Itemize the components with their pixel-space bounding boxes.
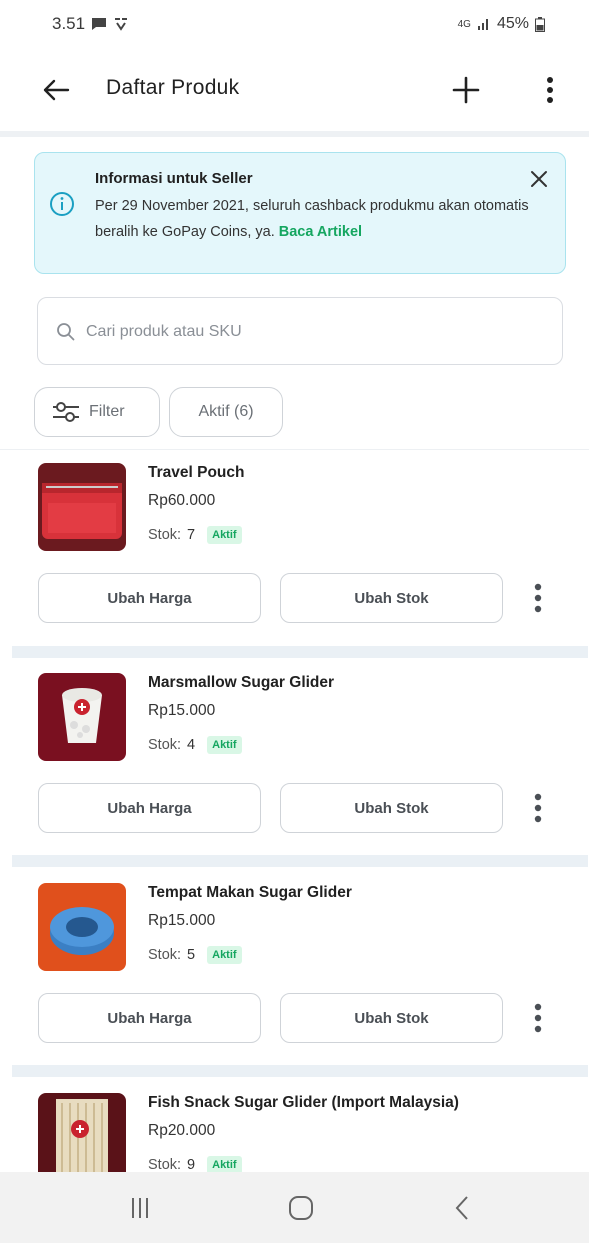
battery-level: 45%	[496, 15, 529, 32]
edit-price-button[interactable]: Ubah Harga	[38, 573, 261, 623]
home-icon	[289, 1196, 313, 1220]
edit-stock-button[interactable]: Ubah Stok	[280, 993, 503, 1043]
more-vertical-icon	[534, 583, 542, 613]
more-options-button[interactable]	[530, 70, 570, 110]
more-vertical-icon	[534, 1003, 542, 1033]
product-more-button[interactable]	[524, 578, 552, 618]
seller-info-banner: Informasi untuk Seller Per 29 November 2…	[34, 152, 566, 274]
product-price: Rp20.000	[148, 1122, 216, 1139]
stock-value: 5	[187, 947, 196, 963]
more-vertical-icon	[547, 77, 553, 103]
product-name[interactable]: Fish Snack Sugar Glider (Import Malaysia…	[148, 1094, 459, 1112]
notification-icon	[113, 17, 129, 31]
stock-value: 9	[187, 1157, 196, 1172]
status-bar: 3.51 4G 45%	[0, 0, 589, 48]
filter-chip-label: Filter	[89, 403, 125, 420]
status-badge: Aktif	[207, 1156, 242, 1172]
stock-label: Stok:	[148, 947, 182, 963]
read-article-link[interactable]: Baca Artikel	[279, 224, 362, 240]
search-box[interactable]	[37, 297, 563, 365]
product-image-food-bowl[interactable]	[38, 883, 126, 971]
edit-price-button[interactable]: Ubah Harga	[38, 783, 261, 833]
app-bar: Daftar Produk	[0, 56, 589, 124]
recent-apps-button[interactable]	[110, 1188, 170, 1228]
sliders-icon	[53, 402, 79, 422]
close-icon	[531, 171, 547, 187]
product-price: Rp15.000	[148, 912, 216, 929]
plus-icon	[452, 76, 480, 104]
product-item: Tempat Makan Sugar Glider Rp15.000 Stok:…	[0, 870, 589, 1066]
status-filter-label: Aktif (6)	[198, 403, 254, 420]
product-price: Rp60.000	[148, 492, 216, 509]
home-button[interactable]	[271, 1188, 331, 1228]
product-image-marshmallow[interactable]	[38, 673, 126, 761]
info-banner-title: Informasi untuk Seller	[95, 170, 253, 187]
product-stock: Stok: 7 Aktif	[148, 526, 242, 544]
filter-chip[interactable]: Filter	[34, 387, 160, 437]
product-item: Marsmallow Sugar Glider Rp15.000 Stok: 4…	[0, 660, 589, 856]
network-type: 4G	[457, 18, 471, 30]
stock-value: 4	[187, 737, 196, 753]
edit-price-button[interactable]: Ubah Harga	[38, 993, 261, 1043]
signal-icon	[477, 17, 491, 31]
product-stock: Stok: 9 Aktif	[148, 1156, 242, 1172]
add-product-button[interactable]	[446, 70, 486, 110]
section-divider	[12, 646, 588, 658]
chevron-left-icon	[455, 1196, 468, 1220]
status-right: 4G 45%	[458, 15, 545, 33]
product-image-travel-pouch[interactable]	[38, 463, 126, 551]
info-banner-body: Per 29 November 2021, seluruh cashback p…	[95, 193, 545, 245]
info-icon	[50, 192, 74, 216]
battery-icon	[535, 16, 545, 32]
close-banner-button[interactable]	[525, 165, 553, 193]
status-left: 3.51	[52, 14, 129, 34]
product-stock: Stok: 5 Aktif	[148, 946, 242, 964]
edit-stock-button[interactable]: Ubah Stok	[280, 783, 503, 833]
search-input[interactable]	[86, 312, 546, 352]
system-nav-bar	[0, 1172, 589, 1243]
search-icon	[57, 323, 75, 341]
more-vertical-icon	[534, 793, 542, 823]
stock-label: Stok:	[148, 1157, 182, 1172]
product-stock: Stok: 4 Aktif	[148, 736, 242, 754]
product-item: Fish Snack Sugar Glider (Import Malaysia…	[0, 1080, 589, 1172]
status-filter-chip[interactable]: Aktif (6)	[169, 387, 283, 437]
status-badge: Aktif	[207, 526, 242, 544]
edit-stock-button[interactable]: Ubah Stok	[280, 573, 503, 623]
product-item: Travel Pouch Rp60.000 Stok: 7 Aktif Ubah…	[0, 450, 589, 646]
product-price: Rp15.000	[148, 702, 216, 719]
product-name[interactable]: Travel Pouch	[148, 464, 244, 482]
page-title: Daftar Produk	[106, 76, 240, 99]
system-back-button[interactable]	[432, 1188, 492, 1228]
stock-value: 7	[187, 527, 196, 543]
product-name[interactable]: Tempat Makan Sugar Glider	[148, 884, 352, 902]
message-icon	[91, 17, 107, 31]
status-badge: Aktif	[207, 736, 242, 754]
product-image-fish-snack[interactable]	[38, 1093, 126, 1172]
product-name[interactable]: Marsmallow Sugar Glider	[148, 674, 334, 692]
back-button[interactable]	[36, 70, 76, 110]
arrow-left-icon	[43, 79, 70, 101]
stock-label: Stok:	[148, 737, 182, 753]
product-more-button[interactable]	[524, 998, 552, 1038]
product-more-button[interactable]	[524, 788, 552, 828]
status-badge: Aktif	[207, 946, 242, 964]
status-time: 3.51	[52, 14, 86, 33]
stock-label: Stok:	[148, 527, 182, 543]
recent-apps-icon	[132, 1198, 148, 1218]
section-divider	[12, 1065, 588, 1077]
section-divider	[12, 855, 588, 867]
appbar-divider	[0, 131, 589, 137]
